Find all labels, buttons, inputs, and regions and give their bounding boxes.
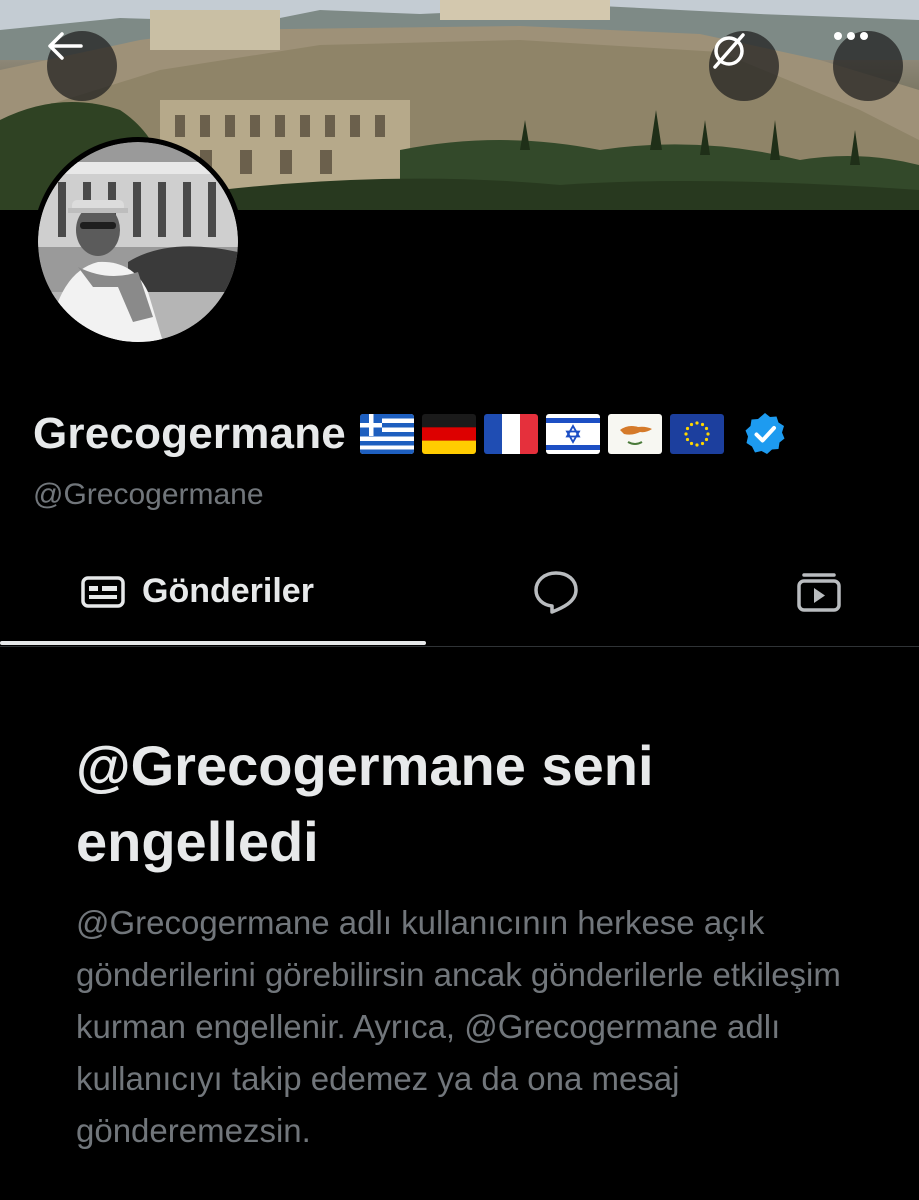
grok-button[interactable]: [709, 31, 779, 101]
avatar[interactable]: [33, 137, 243, 347]
grok-icon: [713, 33, 745, 69]
more-horizontal-icon: [834, 32, 868, 40]
tab-replies[interactable]: [532, 540, 580, 643]
tab-posts[interactable]: Gönderiler: [80, 540, 314, 643]
media-icon: [797, 572, 841, 612]
eu-flag-icon: [669, 414, 724, 454]
france-flag-icon: [483, 414, 538, 454]
israel-flag-icon: [545, 414, 600, 454]
tab-media[interactable]: [795, 540, 843, 643]
tab-posts-label: Gönderiler: [142, 572, 314, 610]
profile-name-row: Grecogermane: [33, 404, 788, 464]
active-tab-indicator: [0, 641, 426, 645]
posts-icon: [81, 575, 125, 608]
display-name: Grecogermane: [33, 409, 346, 458]
avatar-image: [38, 142, 238, 342]
verified-badge-icon[interactable]: [742, 411, 788, 457]
replies-icon: [534, 570, 578, 614]
more-button[interactable]: [833, 31, 903, 101]
profile-handle: @Grecogermane: [33, 478, 264, 511]
arrow-left-icon: [48, 32, 83, 60]
cyprus-flag-icon: [607, 414, 662, 454]
profile-tabs: Gönderiler: [0, 540, 919, 647]
back-button[interactable]: [47, 31, 117, 101]
germany-flag-icon: [421, 414, 476, 454]
blocked-title: @Grecogermane seni engelledi: [76, 734, 654, 873]
greece-flag-icon: [359, 414, 414, 454]
blocked-description: @Grecogermane adlı kullanıcının herkese …: [76, 904, 841, 1149]
